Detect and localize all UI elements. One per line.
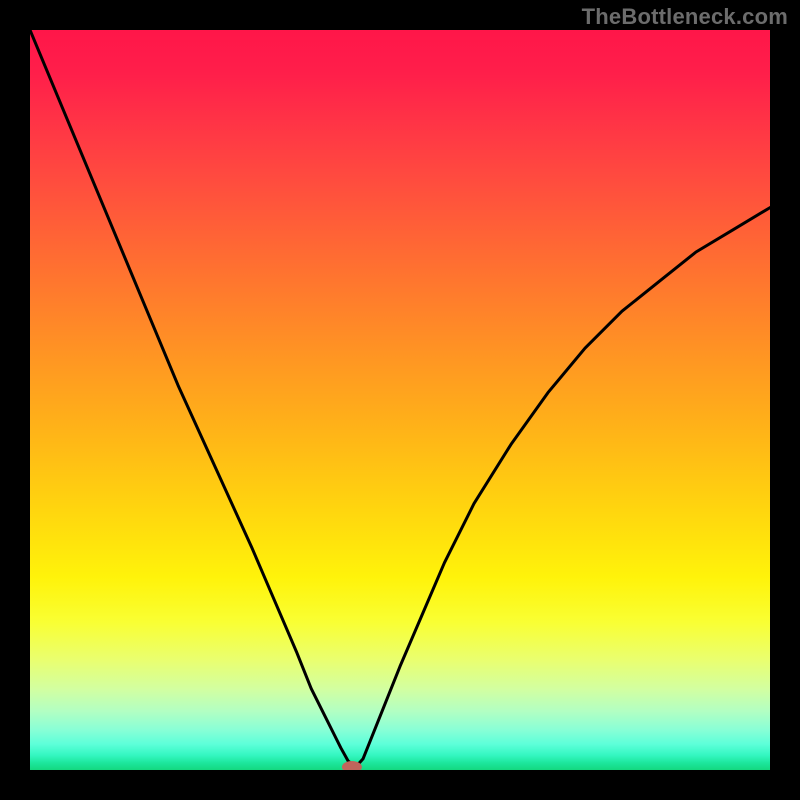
curve-layer [30, 30, 770, 770]
chart-frame: TheBottleneck.com [0, 0, 800, 800]
watermark-text: TheBottleneck.com [582, 4, 788, 30]
bottleneck-curve [30, 30, 770, 767]
plot-area [30, 30, 770, 770]
